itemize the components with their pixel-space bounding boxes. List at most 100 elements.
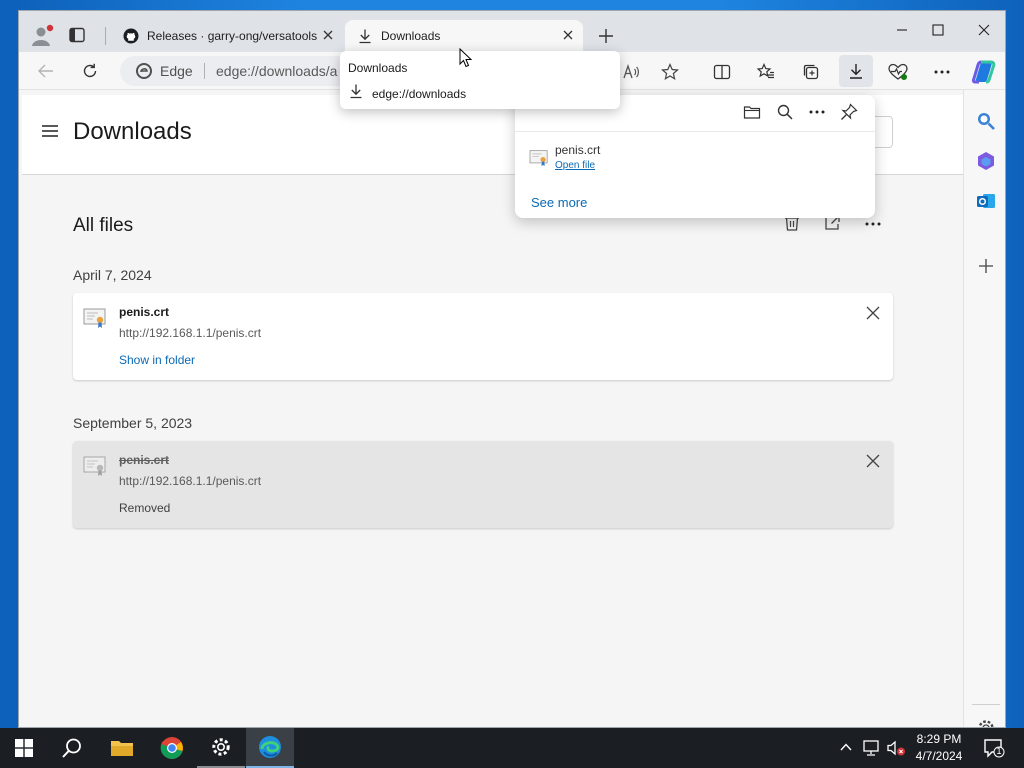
tab-close-button[interactable] xyxy=(561,28,575,42)
file-name: penis.crt xyxy=(119,305,170,319)
open-file-link[interactable]: Open file xyxy=(555,160,595,171)
favorite-button[interactable] xyxy=(659,61,681,83)
tab-versatools-releases[interactable]: Releases · garry-ong/versatools xyxy=(111,20,343,52)
split-screen-icon xyxy=(713,64,731,80)
address-url[interactable]: edge://downloads/a xyxy=(216,63,337,79)
taskbar-settings[interactable] xyxy=(197,728,245,768)
tooltip-url: edge://downloads xyxy=(372,87,467,101)
download-icon xyxy=(348,83,364,99)
downloads-toolbar-button[interactable] xyxy=(839,55,873,87)
volume-muted-icon xyxy=(887,740,905,756)
notification-center-button[interactable]: 1 xyxy=(983,738,1005,758)
download-item[interactable]: penis.crt http://192.168.1.1/penis.crt S… xyxy=(73,293,893,380)
sidebar-outlook-button[interactable] xyxy=(976,191,996,211)
flyout-file-name: penis.crt xyxy=(555,143,601,157)
pin-icon xyxy=(841,103,858,120)
profile-button[interactable] xyxy=(29,23,55,49)
chrome-icon xyxy=(160,737,183,759)
certificate-file-icon xyxy=(529,149,549,167)
taskbar-edge[interactable] xyxy=(246,728,294,768)
see-more-link[interactable]: See more xyxy=(531,195,587,210)
close-icon xyxy=(866,306,880,320)
sidebar-settings-button[interactable] xyxy=(976,718,996,727)
taskbar-search-button[interactable] xyxy=(48,728,96,768)
clock-time: 8:29 PM xyxy=(916,732,962,746)
split-screen-button[interactable] xyxy=(711,61,733,83)
edge-browser-window: Releases · garry-ong/versatools Download… xyxy=(18,10,1006,728)
download-item-removed[interactable]: penis.crt http://192.168.1.1/penis.crt R… xyxy=(73,441,893,528)
taskbar-chrome[interactable] xyxy=(148,728,196,768)
read-aloud-button[interactable] xyxy=(620,61,642,83)
tab-close-button[interactable] xyxy=(321,28,335,42)
gear-icon xyxy=(978,720,994,727)
windows-logo-icon xyxy=(15,739,33,757)
date-group-label: September 5, 2023 xyxy=(73,415,193,431)
remove-item-button[interactable] xyxy=(865,453,881,469)
address-divider xyxy=(204,63,205,79)
minimize-button[interactable] xyxy=(885,15,919,45)
favorites-button[interactable] xyxy=(755,61,777,83)
flyout-more-options-button[interactable] xyxy=(808,109,826,115)
refresh-button[interactable] xyxy=(79,60,101,82)
copilot-button[interactable] xyxy=(970,58,998,86)
maximize-button[interactable] xyxy=(921,15,955,45)
file-source-url: http://192.168.1.1/penis.crt xyxy=(119,474,262,488)
taskbar-clock[interactable]: 8:29 PM 4/7/2024 xyxy=(908,731,970,765)
search-downloads-button[interactable] xyxy=(776,103,794,121)
search-icon xyxy=(978,113,995,130)
tab-actions-button[interactable] xyxy=(67,25,87,45)
downloads-flyout: penis.crt Open file See more xyxy=(515,95,875,218)
more-options-button[interactable] xyxy=(864,221,882,227)
back-button[interactable] xyxy=(35,61,57,81)
volume-button[interactable] xyxy=(886,740,906,756)
more-icon xyxy=(809,110,825,114)
maximize-icon xyxy=(932,24,944,36)
read-aloud-icon xyxy=(623,63,639,79)
open-downloads-folder-button[interactable] xyxy=(743,103,761,121)
collections-button[interactable] xyxy=(800,61,822,83)
windows-taskbar: 8:29 PM 4/7/2024 1 xyxy=(0,728,1024,768)
browser-essentials-button[interactable] xyxy=(887,61,909,83)
start-button[interactable] xyxy=(0,728,48,768)
plus-icon xyxy=(979,259,993,273)
show-in-folder-link[interactable]: Show in folder xyxy=(119,353,195,367)
more-icon xyxy=(934,70,950,74)
tab-label: Releases · garry-ong/versatools xyxy=(147,29,318,43)
notification-count: 1 xyxy=(996,746,1002,756)
edge-icon xyxy=(259,736,281,758)
hamburger-menu-icon[interactable] xyxy=(41,124,59,138)
folder-icon xyxy=(743,106,761,119)
tab-label: Downloads xyxy=(381,29,441,43)
sidebar-add-button[interactable] xyxy=(976,256,996,276)
sidebar-search-button[interactable] xyxy=(976,111,996,131)
shopping-icon xyxy=(978,152,994,170)
collections-icon xyxy=(803,64,819,80)
new-tab-button[interactable] xyxy=(595,25,617,47)
file-name: penis.crt xyxy=(119,453,170,467)
network-status-button[interactable] xyxy=(862,740,880,756)
github-icon xyxy=(123,28,139,44)
tab-hover-tooltip: Downloads edge://downloads xyxy=(340,51,620,109)
file-source-url: http://192.168.1.1/penis.crt xyxy=(119,326,262,340)
edge-sidebar xyxy=(963,90,1005,727)
remove-item-button[interactable] xyxy=(865,305,881,321)
show-hidden-icons-button[interactable] xyxy=(839,740,853,754)
close-window-button[interactable] xyxy=(967,15,1001,45)
taskbar-file-explorer[interactable] xyxy=(98,728,146,768)
settings-and-more-button[interactable] xyxy=(931,61,953,83)
sidebar-divider xyxy=(972,704,1000,705)
sidebar-tools-button[interactable] xyxy=(976,151,996,171)
close-icon xyxy=(563,30,573,40)
profile-icon xyxy=(32,24,54,46)
tooltip-title: Downloads xyxy=(348,61,408,75)
page-title: Downloads xyxy=(73,118,192,145)
tab-actions-icon xyxy=(69,27,85,43)
back-arrow-icon xyxy=(38,64,53,78)
download-icon xyxy=(357,28,373,44)
plus-icon xyxy=(599,29,613,43)
gear-icon xyxy=(212,738,230,756)
pin-flyout-button[interactable] xyxy=(840,103,858,121)
clock-date: 4/7/2024 xyxy=(915,749,963,763)
flyout-divider xyxy=(515,131,875,132)
edge-logo-icon xyxy=(136,63,152,79)
